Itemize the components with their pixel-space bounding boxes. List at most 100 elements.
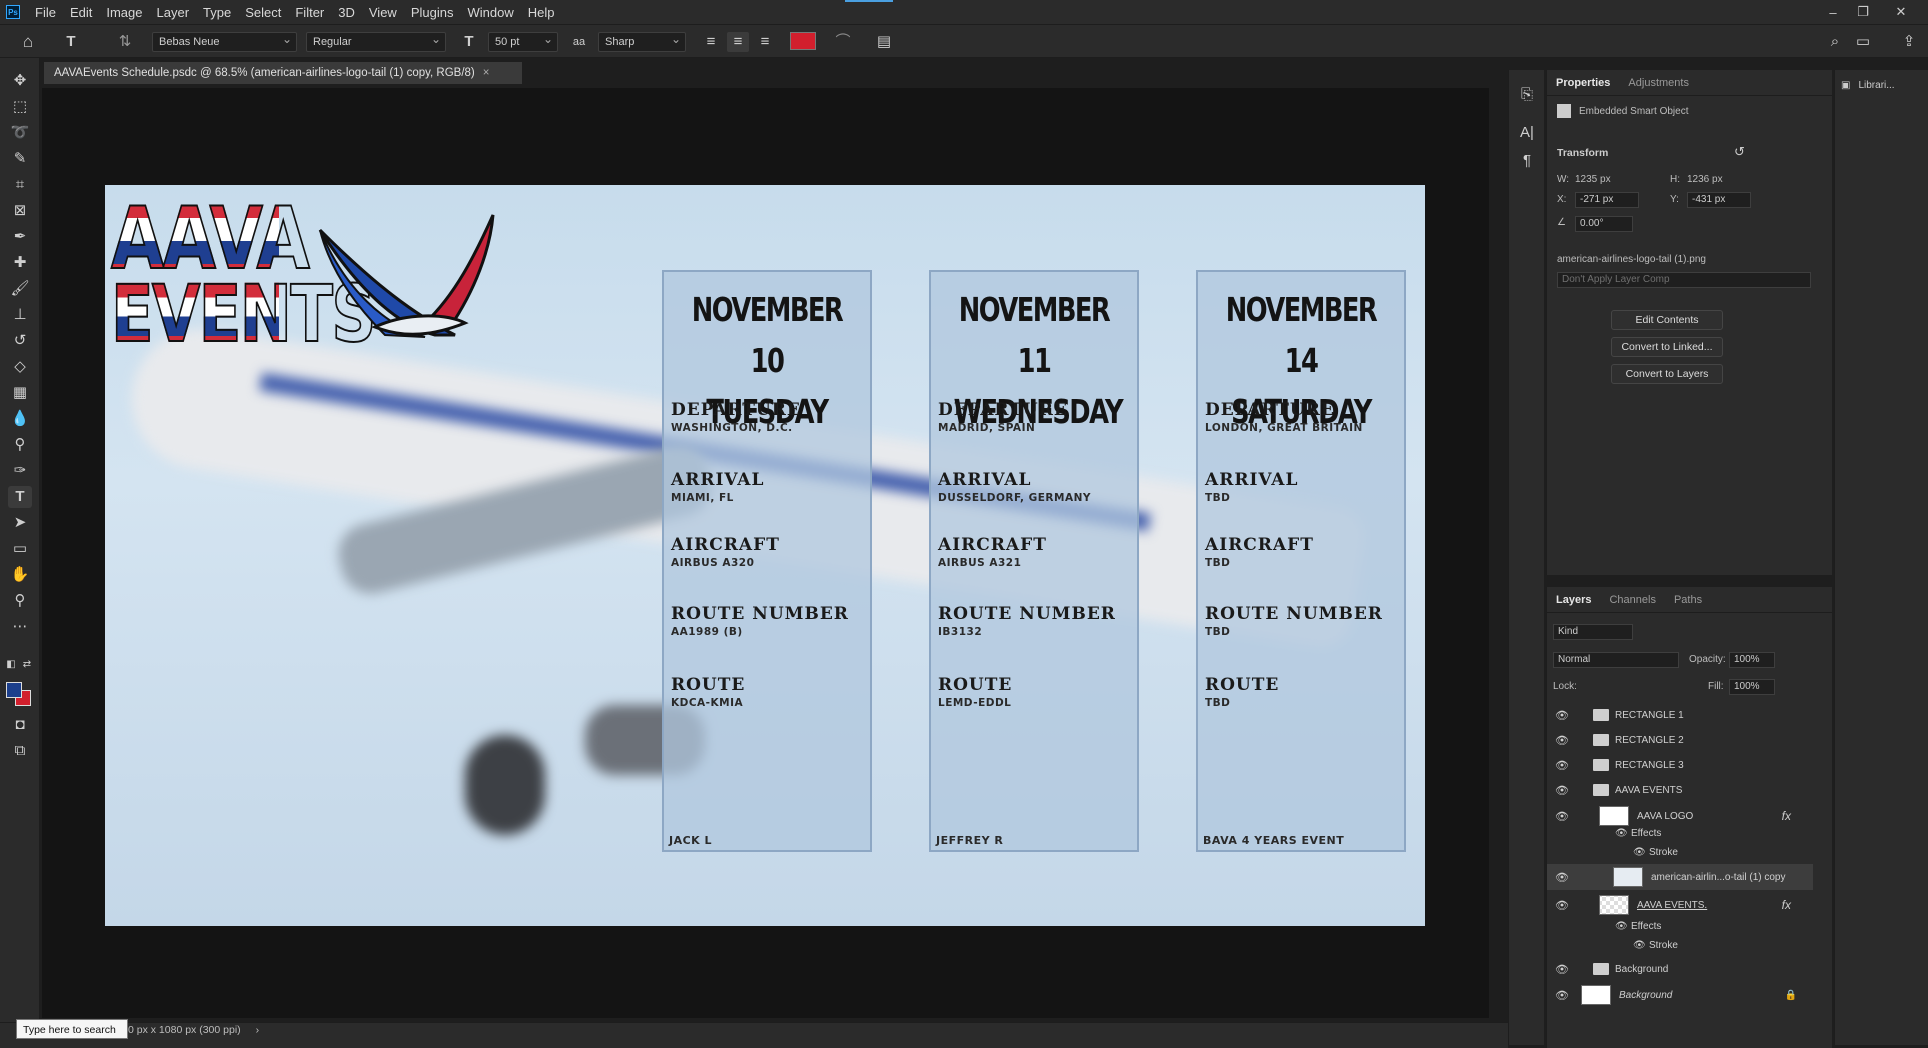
font-style-select[interactable]: Regular [306,30,446,52]
align-right-icon[interactable]: ≡ [754,32,776,52]
align-left-icon[interactable]: ≡ [700,32,722,52]
more-tools-icon[interactable]: ⋯ [8,616,32,638]
artboard[interactable]: AAVA EVENTS NOVEMBER 10 TUESDAY DEPARTURE… [105,185,1425,926]
tab-properties[interactable]: Properties [1547,77,1619,89]
menu-plugins[interactable]: Plugins [404,5,461,20]
menu-help[interactable]: Help [521,5,562,20]
schedule-card[interactable]: NOVEMBER 11 WEDNESDAY DEPARTURE MADRID, S… [929,270,1139,852]
antialias-select[interactable]: Sharp [598,30,686,52]
text-color-swatch[interactable] [790,32,816,50]
aava-events-logo[interactable]: AAVA EVENTS [110,190,377,356]
layer-row[interactable]: 👁 RECTANGLE 1 [1547,702,1813,728]
menu-edit[interactable]: Edit [63,5,99,20]
menu-type[interactable]: Type [196,5,238,20]
marquee-tool-icon[interactable]: ⬚ [8,96,32,118]
effects-visibility-icon[interactable]: 👁 [1615,921,1628,932]
eyedropper-tool-icon[interactable]: ✒ [8,226,32,248]
visibility-icon[interactable]: 👁 [1555,759,1569,772]
layer-row-selected[interactable]: 👁 american-airlin...o-tail (1) copy [1547,864,1813,890]
swap-colors-icon[interactable]: ⇄ [20,654,34,676]
gradient-tool-icon[interactable]: ▦ [8,382,32,404]
close-tab-icon[interactable]: × [483,67,490,79]
menu-view[interactable]: View [362,5,404,20]
zoom-tool-icon[interactable]: ⚲ [8,590,32,612]
font-family-select[interactable]: Bebas Neue [152,30,297,52]
warp-text-icon[interactable]: ⌒ [832,32,854,52]
visibility-icon[interactable]: 👁 [1555,963,1569,976]
hand-tool-icon[interactable]: ✋ [8,564,32,586]
close-window-button[interactable]: ✕ [1886,0,1916,24]
blend-mode-select[interactable]: Normal [1553,652,1679,668]
visibility-icon[interactable]: 👁 [1555,810,1569,823]
tab-layers[interactable]: Layers [1547,594,1600,606]
opacity-field[interactable]: 100% [1729,652,1775,668]
menu-image[interactable]: Image [99,5,149,20]
quick-mask-icon[interactable]: ◘ [8,714,32,736]
fill-field[interactable]: 100% [1729,679,1775,695]
effect-row[interactable]: 👁 Stroke [1547,935,1813,955]
visibility-icon[interactable]: 👁 [1555,871,1569,884]
x-field[interactable]: -271 px [1575,192,1639,208]
fx-icon[interactable]: fx [1782,809,1791,823]
convert-to-linked-button[interactable]: Convert to Linked... [1611,337,1723,357]
taskbar-search-input[interactable]: Type here to search [16,1019,128,1039]
edit-contents-button[interactable]: Edit Contents [1611,310,1723,330]
crop-tool-icon[interactable]: ⌗ [8,174,32,196]
menu-select[interactable]: Select [238,5,288,20]
visibility-icon[interactable]: 👁 [1555,989,1569,1002]
menu-filter[interactable]: Filter [288,5,331,20]
fx-icon[interactable]: fx [1782,898,1791,912]
american-airlines-tail-logo[interactable] [315,195,505,345]
rectangle-tool-icon[interactable]: ▭ [8,538,32,560]
path-selection-tool-icon[interactable]: ➤ [8,512,32,534]
layer-row[interactable]: 👁 AAVA EVENTS [1547,777,1813,803]
menu-file[interactable]: File [28,5,63,20]
blur-tool-icon[interactable]: 💧 [8,408,32,430]
reset-transform-icon[interactable]: ↺ [1734,144,1745,160]
width-value[interactable]: 1235 px [1575,174,1611,185]
brush-tool-icon[interactable]: 🖌 [8,278,32,300]
effects-visibility-icon[interactable]: 👁 [1615,828,1628,839]
layer-row[interactable]: 👁 Background [1547,956,1813,982]
clone-stamp-tool-icon[interactable]: ⊥ [8,304,32,326]
dodge-tool-icon[interactable]: ⚲ [8,434,32,456]
healing-brush-tool-icon[interactable]: ✚ [8,252,32,274]
restore-button[interactable]: ❐ [1848,0,1878,24]
effect-row[interactable]: 👁 Stroke [1547,842,1813,862]
visibility-icon[interactable]: 👁 [1555,899,1569,912]
pen-tool-icon[interactable]: ✑ [8,460,32,482]
layer-row[interactable]: 👁 RECTANGLE 2 [1547,727,1813,753]
character-panel-icon[interactable]: ▤ [873,32,895,52]
schedule-card[interactable]: NOVEMBER 14 SATURDAY DEPARTURE LONDON, GR… [1196,270,1406,852]
toggle-text-orientation-icon[interactable]: ⇅ [114,32,136,52]
layer-kind-filter[interactable]: Kind [1553,624,1633,640]
default-colors-icon[interactable]: ◧ [4,654,18,676]
document-tab[interactable]: AAVAEvents Schedule.psdc @ 68.5% (americ… [44,62,522,84]
type-tool-preset-icon[interactable]: T [60,32,82,52]
character-panel-icon[interactable]: A| [1515,122,1539,144]
effects-row[interactable]: 👁 Effects [1547,823,1813,843]
layer-row[interactable]: 👁 AAVA EVENTS. fx [1547,892,1813,918]
screen-mode-icon[interactable]: ⧉ [8,740,32,762]
layer-row[interactable]: 👁 Background 🔒 [1547,982,1813,1008]
share-icon[interactable]: ⇪ [1898,32,1920,52]
height-value[interactable]: 1236 px [1687,174,1723,185]
history-brush-tool-icon[interactable]: ↺ [8,330,32,352]
lasso-tool-icon[interactable]: ➰ [8,122,32,144]
type-tool-icon[interactable]: T [8,486,32,508]
tab-adjustments[interactable]: Adjustments [1619,77,1698,89]
search-icon[interactable]: ⌕ [1824,32,1846,52]
tab-channels[interactable]: Channels [1600,594,1664,606]
eraser-tool-icon[interactable]: ◇ [8,356,32,378]
libraries-tab[interactable]: ▣ Librari... [1841,80,1895,91]
layer-row[interactable]: 👁 RECTANGLE 3 [1547,752,1813,778]
move-tool-icon[interactable]: ✥ [8,70,32,92]
minimize-button[interactable]: – [1818,0,1848,24]
stroke-visibility-icon[interactable]: 👁 [1633,940,1646,951]
menu-3d[interactable]: 3D [331,5,362,20]
history-panel-icon[interactable]: ⎘ [1515,84,1539,106]
y-field[interactable]: -431 px [1687,192,1751,208]
tab-paths[interactable]: Paths [1665,594,1711,606]
visibility-icon[interactable]: 👁 [1555,734,1569,747]
font-size-select[interactable]: 50 pt [488,30,558,52]
